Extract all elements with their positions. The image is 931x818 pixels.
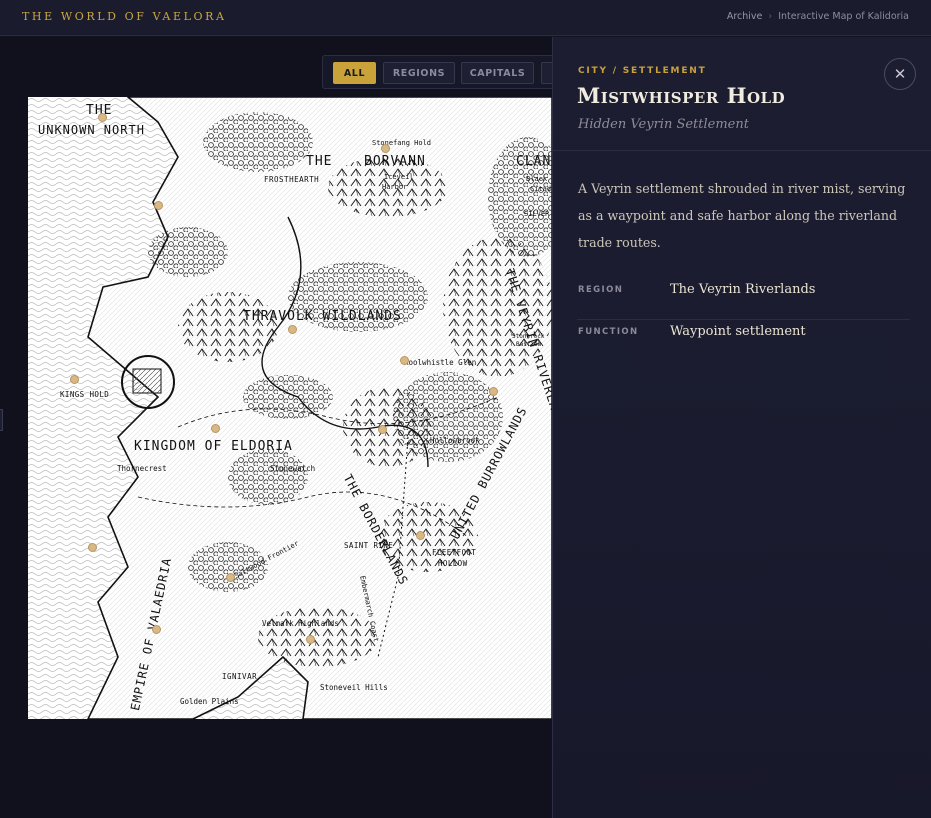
map-label-black: Black — [526, 175, 548, 183]
map-label-silver: SILVER — [524, 210, 550, 218]
map-label-harbor: Harbor — [382, 183, 408, 191]
field-row-region: REGION The Veyrin Riverlands — [577, 278, 910, 320]
side-drawer-handle[interactable] — [0, 409, 3, 431]
map-label-citadel: Citad — [530, 185, 552, 193]
breadcrumb-archive-link[interactable]: Archive — [727, 11, 763, 22]
field-label-region: REGION — [578, 285, 624, 295]
map-label-golden-plains: Golden Plains — [180, 697, 239, 706]
map-label-the-borvann: THE — [306, 154, 333, 169]
map-label-saint-rine: SAINT RINE — [344, 541, 394, 550]
map-marker-mistwhisper-hold[interactable] — [489, 387, 498, 396]
site-brand[interactable]: THE WORLD OF VAELORA — [22, 10, 227, 23]
map-stage: ALL REGIONS CAPITALS THE UNKNOWN NORTH T… — [0, 37, 562, 818]
map-label-thravolk-wildlands: THRAVOLK WILDLANDS — [243, 309, 402, 324]
map-label-frosthearth: FROSTHEARTH — [264, 175, 320, 184]
map-label-kingdom-of-eldoria: KINGDOM OF ELDORIA — [134, 439, 293, 454]
location-category: CITY / SETTLEMENT — [578, 66, 707, 76]
location-description: A Veyrin settlement shrouded in river mi… — [578, 181, 906, 250]
field-label-function: FUNCTION — [578, 327, 639, 337]
field-row-function: FUNCTION Waypoint settlement — [577, 320, 910, 362]
map-label-hollowbrook: Hollowbrook — [430, 436, 480, 445]
field-value-region: The Veyrin Riverlands — [670, 282, 816, 297]
map-marker-eldoria[interactable] — [211, 424, 220, 433]
map-label-borvann: BORVANN — [364, 154, 426, 169]
filter-all-button[interactable]: ALL — [333, 62, 376, 84]
field-value-function: Waypoint settlement — [670, 324, 806, 339]
map-label-thornecrest: Thornecrest — [117, 464, 167, 473]
map-label-unknown-north: UNKNOWN NORTH — [38, 123, 145, 137]
map-marker-thravolk[interactable] — [288, 325, 297, 334]
map-marker-stonefang-hold[interactable] — [381, 144, 390, 153]
world-map[interactable]: THE UNKNOWN NORTH THE BORVANN CLAN Stone… — [28, 97, 552, 719]
map-label-fleetfoot: FLEETFOOT — [432, 548, 477, 557]
map-marker-unknown-north[interactable] — [98, 113, 107, 122]
breadcrumb-current: Interactive Map of Kalidoria — [778, 11, 909, 22]
map-marker-kings-hold[interactable] — [70, 375, 79, 384]
map-label-kings-hold: KINGS HOLD — [60, 390, 110, 399]
map-label-clan: CLAN — [516, 154, 552, 169]
map-marker-velmark[interactable] — [306, 635, 315, 644]
map-label-ignivar: IGNIVAR — [222, 672, 258, 681]
map-label-velmark-highlands: Velmark Highlands — [262, 619, 339, 628]
top-header: THE WORLD OF VAELORA Archive › Interactive… — [0, 0, 931, 36]
filter-capitals-button[interactable]: CAPITALS — [461, 62, 534, 84]
filter-bar: ALL REGIONS CAPITALS — [322, 55, 562, 89]
close-icon[interactable]: ✕ — [884, 58, 916, 90]
panel-header: CITY / SETTLEMENT Mistwhisper Hold Hidde… — [553, 37, 931, 151]
location-title: Mistwhisper Hold — [577, 83, 786, 108]
map-label-roolwhistle-glen: Roolwhistle Glen — [404, 358, 477, 367]
map-label-hollow: HOLLOW — [438, 559, 468, 568]
map-marker-west-isle[interactable] — [154, 201, 163, 210]
filter-regions-button[interactable]: REGIONS — [383, 62, 455, 84]
map-marker-western-sea[interactable] — [88, 543, 97, 552]
map-marker-roolwhistle-glen[interactable] — [400, 356, 409, 365]
map-marker-hollowbrook[interactable] — [378, 425, 387, 434]
location-detail-panel: CITY / SETTLEMENT Mistwhisper Hold Hidde… — [552, 37, 931, 818]
location-subtitle: Hidden Veyrin Settlement — [578, 117, 749, 132]
map-marker-valaedria[interactable] — [152, 625, 161, 634]
map-label-stoneveil-hills: Stoneveil Hills — [320, 683, 388, 692]
map-marker-saltwood[interactable] — [226, 573, 235, 582]
map-label-stonewatch: Stonewatch — [270, 464, 316, 473]
map-marker-saint-rine[interactable] — [416, 531, 425, 540]
breadcrumb-separator-icon: › — [768, 11, 773, 22]
map-label-iceveil: Iceveil — [384, 173, 414, 181]
breadcrumb: Archive › Interactive Map of Kalidoria — [727, 11, 909, 22]
